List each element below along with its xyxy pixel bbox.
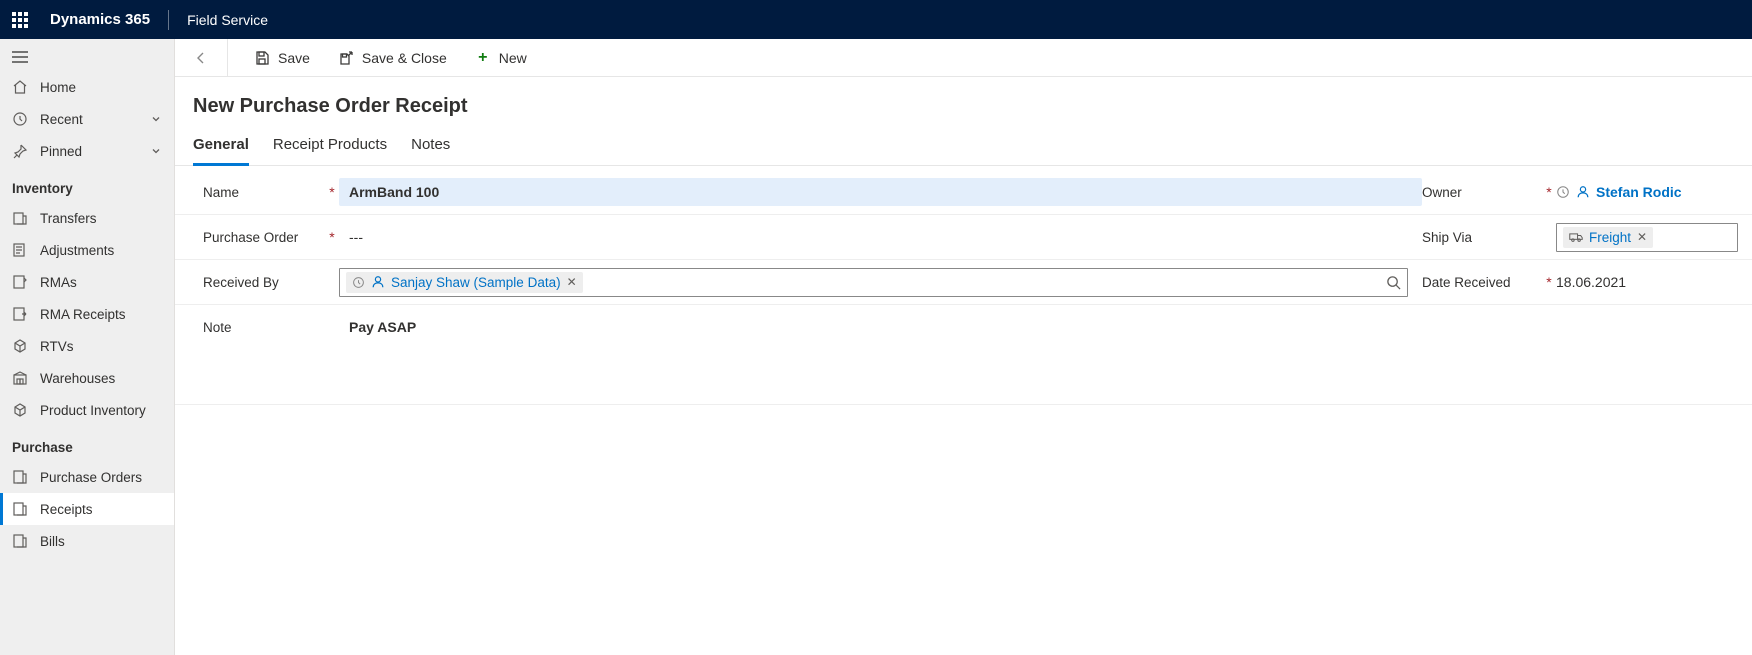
sidebar-item-label: Product Inventory: [40, 403, 146, 418]
required-indicator: *: [325, 184, 339, 200]
sidebar-item-label: RMA Receipts: [40, 307, 126, 322]
sidebar-item-label: Transfers: [40, 211, 97, 226]
tab-notes[interactable]: Notes: [411, 136, 450, 165]
sidebar-item-transfers[interactable]: Transfers: [0, 202, 174, 234]
sidebar-item-rmas[interactable]: RMAs: [0, 266, 174, 298]
sidebar-item-product-inventory[interactable]: Product Inventory: [0, 394, 174, 426]
sidebar-item-label: RMAs: [40, 275, 77, 290]
sidebar-item-pinned[interactable]: Pinned: [0, 135, 174, 167]
purchase-order-icon: [12, 469, 28, 485]
sidebar-item-label: RTVs: [40, 339, 74, 354]
sidebar-group-purchase: Purchase: [0, 426, 174, 461]
page-title: New Purchase Order Receipt: [175, 95, 1752, 124]
input-purchase-order[interactable]: ---: [339, 223, 1422, 251]
received-by-value: Sanjay Shaw (Sample Data): [391, 275, 561, 290]
input-name[interactable]: ArmBand 100: [339, 178, 1422, 206]
plus-icon: +: [475, 50, 491, 66]
sidebar-item-label: Recent: [40, 112, 83, 127]
package-icon: [12, 402, 28, 418]
truck-icon: [1569, 231, 1583, 243]
ship-via-lookup[interactable]: Freight ✕: [1556, 223, 1738, 252]
sidebar-item-label: Bills: [40, 534, 65, 549]
cmdbar-divider: [227, 39, 228, 77]
sidebar-item-label: Warehouses: [40, 371, 115, 386]
rma-receipts-icon: [12, 306, 28, 322]
new-label: New: [499, 50, 527, 66]
save-close-label: Save & Close: [362, 50, 447, 66]
tab-general[interactable]: General: [193, 136, 249, 166]
required-indicator: *: [1542, 274, 1556, 290]
person-icon: [371, 275, 385, 289]
sidebar-item-warehouses[interactable]: Warehouses: [0, 362, 174, 394]
bill-icon: [12, 533, 28, 549]
received-by-lookup[interactable]: Sanjay Shaw (Sample Data) ✕: [339, 268, 1408, 297]
sidebar-item-label: Pinned: [40, 144, 82, 159]
sidebar-item-label: Purchase Orders: [40, 470, 142, 485]
adjustments-icon: [12, 242, 28, 258]
sidebar-group-inventory: Inventory: [0, 167, 174, 202]
label-ship-via: Ship Via: [1422, 230, 1542, 245]
label-date-received: Date Received: [1422, 275, 1542, 290]
brand-name: Dynamics 365: [50, 11, 150, 28]
sidebar-item-label: Receipts: [40, 502, 93, 517]
sidebar-item-label: Home: [40, 80, 76, 95]
required-indicator: *: [325, 229, 339, 245]
label-purchase-order: Purchase Order: [175, 230, 325, 245]
new-button[interactable]: + New: [465, 44, 537, 72]
label-note: Note: [175, 320, 325, 335]
rtv-icon: [12, 338, 28, 354]
person-icon: [1576, 185, 1590, 199]
receipt-icon: [12, 501, 28, 517]
header-divider: [168, 10, 169, 30]
save-icon: [254, 50, 270, 66]
hamburger-button[interactable]: [0, 39, 174, 71]
sidebar-item-purchase-orders[interactable]: Purchase Orders: [0, 461, 174, 493]
save-close-icon: [338, 50, 354, 66]
remove-ship-via[interactable]: ✕: [1637, 230, 1647, 244]
label-name: Name: [175, 185, 325, 200]
owner-name: Stefan Rodic: [1596, 184, 1682, 200]
sidebar-item-adjustments[interactable]: Adjustments: [0, 234, 174, 266]
sidebar-item-recent[interactable]: Recent: [0, 103, 174, 135]
sidebar-item-rma-receipts[interactable]: RMA Receipts: [0, 298, 174, 330]
transfer-icon: [12, 210, 28, 226]
sidebar-item-receipts[interactable]: Receipts: [0, 493, 174, 525]
tab-receipt-products[interactable]: Receipt Products: [273, 136, 387, 165]
save-button[interactable]: Save: [244, 44, 320, 72]
pin-icon: [12, 143, 28, 159]
input-date-received[interactable]: 18.06.2021: [1556, 274, 1752, 290]
app-launcher-icon[interactable]: [12, 12, 28, 28]
label-owner: Owner: [1422, 185, 1542, 200]
owner-lookup[interactable]: Stefan Rodic: [1576, 184, 1682, 200]
chevron-down-icon: [150, 145, 162, 157]
save-close-button[interactable]: Save & Close: [328, 44, 457, 72]
ship-via-value: Freight: [1589, 230, 1631, 245]
remove-received-by[interactable]: ✕: [567, 275, 577, 289]
chevron-down-icon: [150, 113, 162, 125]
recent-icon: [352, 276, 365, 289]
app-name: Field Service: [187, 12, 268, 28]
sidebar-item-label: Adjustments: [40, 243, 114, 258]
clock-icon: [12, 111, 28, 127]
back-button[interactable]: [185, 42, 217, 74]
sidebar-item-bills[interactable]: Bills: [0, 525, 174, 557]
home-icon: [12, 79, 28, 95]
input-note[interactable]: Pay ASAP: [339, 313, 1422, 341]
warehouse-icon: [12, 370, 28, 386]
sidebar-item-home[interactable]: Home: [0, 71, 174, 103]
search-icon[interactable]: [1386, 275, 1401, 290]
sidebar-item-rtvs[interactable]: RTVs: [0, 330, 174, 362]
save-label: Save: [278, 50, 310, 66]
label-received-by: Received By: [175, 275, 325, 290]
recent-icon: [1556, 185, 1570, 199]
required-indicator: *: [1542, 184, 1556, 200]
rma-icon: [12, 274, 28, 290]
